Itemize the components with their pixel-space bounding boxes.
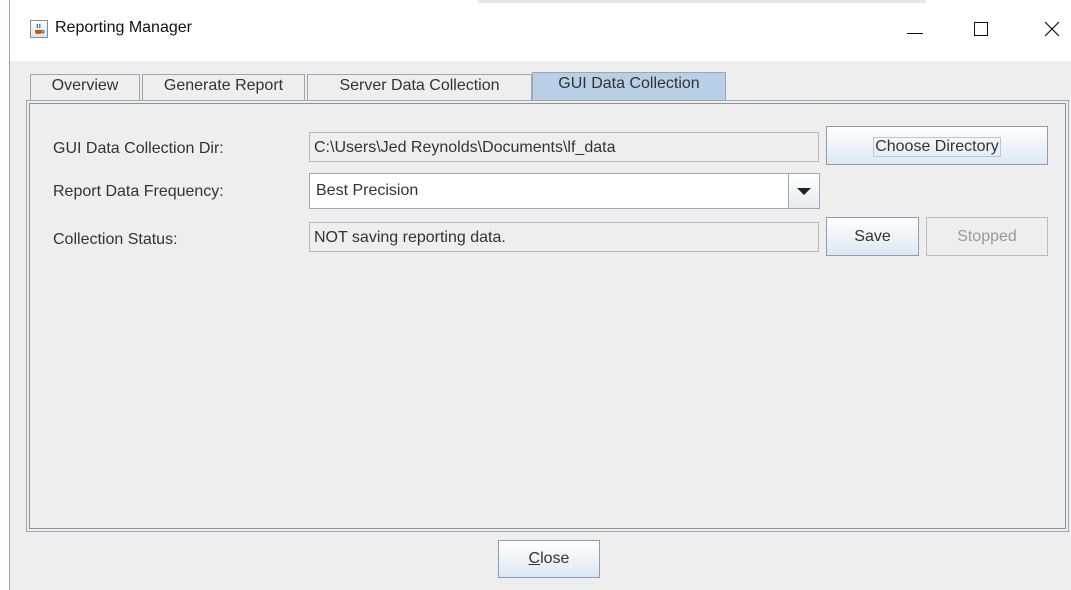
choose-directory-button[interactable]: Choose Directory — [826, 126, 1048, 165]
close-button[interactable]: Close — [498, 540, 600, 578]
java-coffee-icon — [30, 20, 48, 38]
tab-server-data-collection[interactable]: Server Data Collection — [307, 74, 532, 101]
title-top-highlight — [478, 0, 926, 3]
report-data-frequency-value: Best Precision — [316, 182, 419, 199]
close-button-label: Close — [528, 550, 570, 567]
maximize-icon — [974, 22, 988, 36]
save-button[interactable]: Save — [826, 217, 919, 256]
chevron-down-icon — [797, 188, 811, 195]
collection-status-field: NOT saving reporting data. — [309, 222, 819, 252]
collection-status-label: Collection Status: — [53, 231, 178, 248]
report-data-frequency-select[interactable]: Best Precision — [309, 173, 820, 209]
report-data-frequency-label: Report Data Frequency: — [53, 183, 224, 200]
tab-gui-data-collection[interactable]: GUI Data Collection — [532, 72, 726, 101]
tab-overview[interactable]: Overview — [30, 74, 140, 101]
window-close-button[interactable] — [1026, 0, 1071, 61]
choose-directory-label: Choose Directory — [873, 137, 1001, 157]
minimize-icon — [907, 33, 923, 34]
tab-generate-report[interactable]: Generate Report — [142, 74, 305, 101]
close-icon — [1044, 21, 1060, 37]
window-content: Overview Generate Report Server Data Col… — [10, 61, 1071, 590]
stopped-button[interactable]: Stopped — [926, 217, 1048, 256]
panel-inner-border — [29, 103, 1066, 529]
maximize-button[interactable] — [956, 0, 1006, 61]
minimize-button[interactable] — [888, 0, 938, 61]
gui-data-collection-dir-label: GUI Data Collection Dir: — [53, 140, 224, 157]
window-title: Reporting Manager — [55, 19, 192, 36]
title-bar[interactable]: Reporting Manager — [10, 0, 1071, 61]
gui-data-collection-dir-field: C:\Users\Jed Reynolds\Documents\lf_data — [309, 132, 819, 162]
reporting-manager-window: Reporting Manager Overview Generate Repo… — [0, 0, 1071, 590]
gui-data-collection-panel: GUI Data Collection Dir: C:\Users\Jed Re… — [26, 100, 1069, 532]
dropdown-arrow-button[interactable] — [788, 174, 819, 208]
